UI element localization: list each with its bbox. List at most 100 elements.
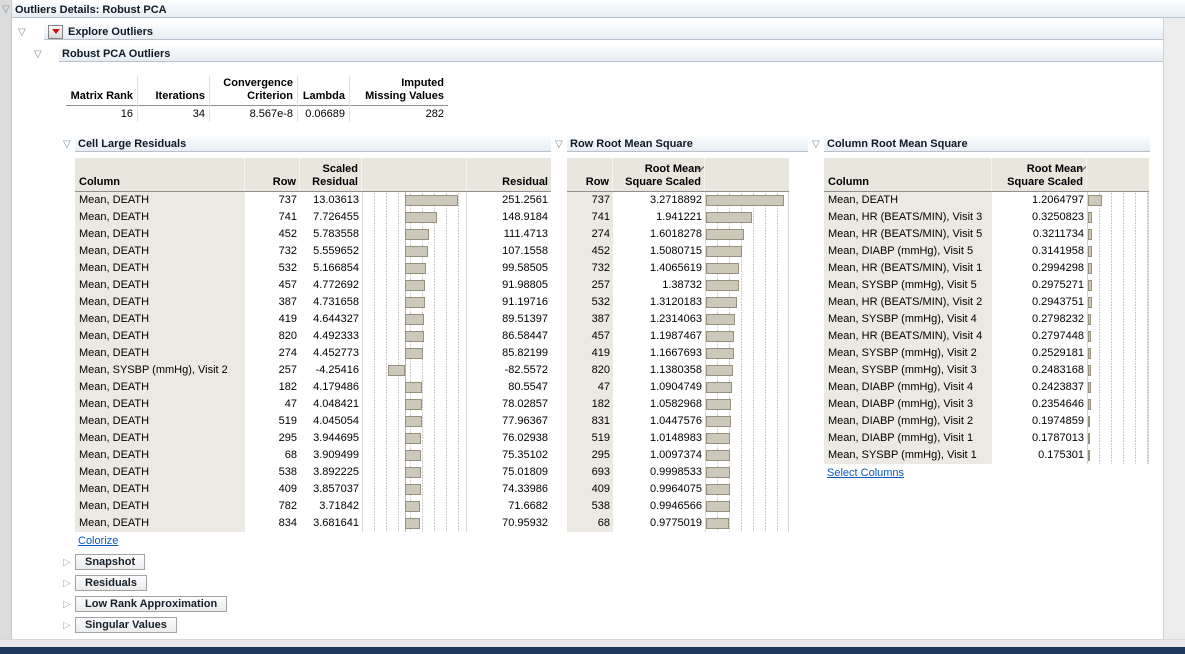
- table-row[interactable]: Mean, DEATH8204.49233386.58447: [75, 328, 551, 345]
- table-row[interactable]: Mean, DEATH1.2064797: [824, 192, 1149, 209]
- fit-statistics-table: Matrix Rank 16 Iterations 34 Convergence…: [66, 76, 448, 122]
- disclosure-row-root-mean-square-icon[interactable]: [555, 139, 563, 150]
- table-row[interactable]: Mean, SYSBP (mmHg), Visit 30.2483168: [824, 362, 1149, 379]
- clr-column-header[interactable]: Column: [75, 158, 245, 191]
- select-columns-link[interactable]: Select Columns: [827, 467, 904, 479]
- outline-title-outliers-details: Outliers Details: Robust PCA: [15, 4, 167, 16]
- table-row[interactable]: Mean, DEATH5325.16685499.58505: [75, 260, 551, 277]
- outline-header-outliers-details[interactable]: Outliers Details: Robust PCA: [12, 2, 1185, 18]
- table-row[interactable]: 8311.0447576: [567, 413, 789, 430]
- bar-cell: [1087, 294, 1149, 311]
- value-bar: [706, 382, 732, 393]
- table-row[interactable]: Mean, HR (BEATS/MIN), Visit 20.2943751: [824, 294, 1149, 311]
- rrms-value-header[interactable]: Root Mean Square Scaled: [613, 158, 705, 191]
- table-row[interactable]: 7321.4065619: [567, 260, 789, 277]
- crms-column-header[interactable]: Column: [824, 158, 992, 191]
- table-row[interactable]: Mean, DIABP (mmHg), Visit 30.2354646: [824, 396, 1149, 413]
- table-row[interactable]: Mean, SYSBP (mmHg), Visit 40.2798232: [824, 311, 1149, 328]
- cell: 0.2943751: [992, 294, 1087, 311]
- outline-button-residuals[interactable]: Residuals: [75, 575, 147, 591]
- disclosure-outliers-details-icon[interactable]: [2, 4, 10, 15]
- table-row[interactable]: 2951.0097374: [567, 447, 789, 464]
- table-row[interactable]: 4521.5080715: [567, 243, 789, 260]
- table-row[interactable]: 7373.2718892: [567, 192, 789, 209]
- clr-residual-header[interactable]: Residual: [467, 158, 551, 191]
- cell: 148.9184: [467, 209, 551, 226]
- table-row[interactable]: Mean, DEATH2953.94469576.02938: [75, 430, 551, 447]
- cell: 5.166854: [300, 260, 362, 277]
- table-row[interactable]: Mean, DEATH5383.89222575.01809: [75, 464, 551, 481]
- table-row[interactable]: Mean, DIABP (mmHg), Visit 20.1974859: [824, 413, 1149, 430]
- disclosure-residuals-icon[interactable]: [63, 578, 71, 589]
- outline-header-explore-outliers[interactable]: Explore Outliers: [44, 24, 1163, 40]
- table-row[interactable]: Mean, DEATH3874.73165891.19716: [75, 294, 551, 311]
- colorize-link[interactable]: Colorize: [78, 535, 118, 547]
- table-row[interactable]: 6930.9998533: [567, 464, 789, 481]
- table-row[interactable]: 680.9775019: [567, 515, 789, 532]
- panel-header-row-root-mean-square[interactable]: Row Root Mean Square: [567, 136, 808, 152]
- red-triangle-menu-icon[interactable]: [48, 25, 63, 39]
- crms-value-header[interactable]: Root Mean Square Scaled: [992, 158, 1087, 191]
- table-row[interactable]: Mean, SYSBP (mmHg), Visit 20.2529181: [824, 345, 1149, 362]
- disclosure-robust-pca-outliers-icon[interactable]: [34, 49, 42, 60]
- table-row[interactable]: Mean, HR (BEATS/MIN), Visit 50.3211734: [824, 226, 1149, 243]
- disclosure-low-rank-approximation-icon[interactable]: [63, 599, 71, 610]
- table-row[interactable]: 5321.3120183: [567, 294, 789, 311]
- clr-row-header[interactable]: Row: [245, 158, 300, 191]
- cell: 0.2529181: [992, 345, 1087, 362]
- table-row[interactable]: Mean, DIABP (mmHg), Visit 50.3141958: [824, 243, 1149, 260]
- table-row[interactable]: 2741.6018278: [567, 226, 789, 243]
- table-row[interactable]: Mean, DEATH1824.17948680.5547: [75, 379, 551, 396]
- table-row[interactable]: Mean, DEATH683.90949975.35102: [75, 447, 551, 464]
- table-row[interactable]: Mean, SYSBP (mmHg), Visit 2257-4.25416-8…: [75, 362, 551, 379]
- table-row[interactable]: 7411.941221: [567, 209, 789, 226]
- table-row[interactable]: Mean, SYSBP (mmHg), Visit 50.2975271: [824, 277, 1149, 294]
- table-row[interactable]: 5191.0148983: [567, 430, 789, 447]
- outline-button-low-rank-approximation[interactable]: Low Rank Approximation: [75, 596, 227, 612]
- disclosure-cell-large-residuals-icon[interactable]: [63, 139, 71, 150]
- table-row[interactable]: Mean, HR (BEATS/MIN), Visit 40.2797448: [824, 328, 1149, 345]
- clr-bar-chart-header[interactable]: [362, 158, 467, 191]
- table-row[interactable]: Mean, DEATH7823.7184271.6682: [75, 498, 551, 515]
- disclosure-snapshot-icon[interactable]: [63, 557, 71, 568]
- table-row[interactable]: Mean, HR (BEATS/MIN), Visit 10.2994298: [824, 260, 1149, 277]
- table-row[interactable]: 1821.0582968: [567, 396, 789, 413]
- table-row[interactable]: Mean, DEATH8343.68164170.95932: [75, 515, 551, 532]
- table-row[interactable]: 8201.1380358: [567, 362, 789, 379]
- table-row[interactable]: Mean, DEATH4525.783558111.4713: [75, 226, 551, 243]
- panel-header-cell-large-residuals[interactable]: Cell Large Residuals: [75, 136, 551, 152]
- disclosure-singular-values-icon[interactable]: [63, 620, 71, 631]
- table-row[interactable]: 4090.9964075: [567, 481, 789, 498]
- table-row[interactable]: Mean, DEATH73713.03613251.2561: [75, 192, 551, 209]
- table-row[interactable]: Mean, DEATH5194.04505477.96367: [75, 413, 551, 430]
- table-row[interactable]: Mean, HR (BEATS/MIN), Visit 30.3250823: [824, 209, 1149, 226]
- table-row[interactable]: 4571.1987467: [567, 328, 789, 345]
- rrms-row-header[interactable]: Row: [567, 158, 613, 191]
- outline-button-snapshot[interactable]: Snapshot: [75, 554, 145, 570]
- table-row[interactable]: Mean, DEATH2744.45277385.82199: [75, 345, 551, 362]
- table-row[interactable]: Mean, DEATH474.04842178.02857: [75, 396, 551, 413]
- outline-header-robust-pca-outliers[interactable]: Robust PCA Outliers: [59, 46, 1163, 62]
- table-row[interactable]: 2571.38732: [567, 277, 789, 294]
- table-row[interactable]: Mean, DIABP (mmHg), Visit 10.1787013: [824, 430, 1149, 447]
- disclosure-column-root-mean-square-icon[interactable]: [812, 139, 820, 150]
- cell: 1.5080715: [613, 243, 705, 260]
- table-row[interactable]: 471.0904749: [567, 379, 789, 396]
- outline-button-singular-values[interactable]: Singular Values: [75, 617, 177, 633]
- disclosure-explore-outliers-icon[interactable]: [18, 27, 26, 38]
- table-row[interactable]: Mean, DEATH4093.85703774.33986: [75, 481, 551, 498]
- table-row[interactable]: 3871.2314063: [567, 311, 789, 328]
- cell: 1.0447576: [613, 413, 705, 430]
- table-row[interactable]: Mean, DEATH4574.77269291.98805: [75, 277, 551, 294]
- panel-header-column-root-mean-square[interactable]: Column Root Mean Square: [824, 136, 1150, 152]
- table-row[interactable]: Mean, SYSBP (mmHg), Visit 10.175301: [824, 447, 1149, 464]
- table-row[interactable]: Mean, DIABP (mmHg), Visit 40.2423837: [824, 379, 1149, 396]
- table-row[interactable]: Mean, DEATH7325.559652107.1558: [75, 243, 551, 260]
- table-row[interactable]: Mean, DEATH4194.64432789.51397: [75, 311, 551, 328]
- table-row[interactable]: 5380.9946566: [567, 498, 789, 515]
- table-row[interactable]: 4191.1667693: [567, 345, 789, 362]
- crms-bar-chart-header[interactable]: [1087, 158, 1149, 191]
- table-row[interactable]: Mean, DEATH7417.726455148.9184: [75, 209, 551, 226]
- clr-scaled-residual-header[interactable]: Scaled Residual: [300, 158, 362, 191]
- rrms-bar-chart-header[interactable]: [705, 158, 789, 191]
